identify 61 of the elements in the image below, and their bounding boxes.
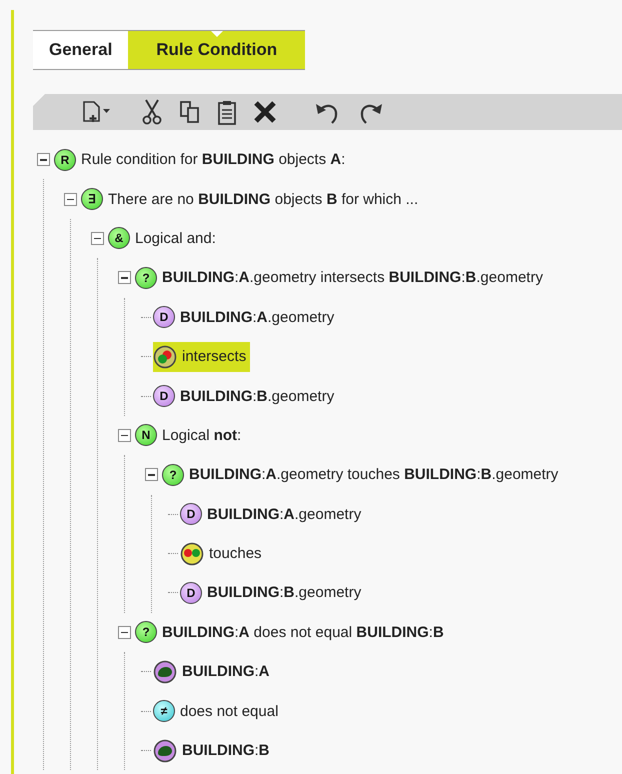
condition-badge: ? [135,266,157,289]
node-label: BUILDING:B.geometry [180,388,334,405]
tree-item[interactable]: ? BUILDING:A.geometry intersects BUILDING:B.geometry [135,264,547,292]
node-label: intersects [182,348,246,366]
tree-item[interactable]: BUILDING:B [153,736,274,766]
node-label: Rule condition for BUILDING objects A: [81,151,346,168]
node-label: Logical not: [162,426,242,444]
node-label: BUILDING:B.geometry [207,584,362,602]
overlapping-circles-icon [153,344,177,369]
node-label: BUILDING:A.geometry touches BUILDING:B.geometry [189,466,558,484]
blob-shape-icon [153,738,177,763]
node-label: does not equal [180,702,278,720]
tree-item[interactable]: N Logical not: [135,421,246,450]
data-badge: D [180,582,202,604]
tree-item[interactable]: R Rule condition for BUILDING objects A: [54,146,350,174]
tree-item[interactable]: ? BUILDING:A does not equal BUILDING:B [135,618,448,646]
collapse-toggle[interactable] [118,626,131,639]
node-label: Logical and: [135,230,216,247]
node-label: BUILDING:B [182,742,270,760]
tree-item[interactable]: ? BUILDING:A.geometry touches BUILDING:B.geometry [162,460,562,489]
tab[interactable]: Rule Condition [128,31,305,69]
scissors-icon[interactable] [141,99,163,125]
node-label: BUILDING:A.geometry [207,506,362,523]
data-badge: D [153,385,175,408]
node-label: BUILDING:A [182,663,270,680]
tree-item[interactable]: & Logical and: [108,224,220,252]
collapse-toggle[interactable] [118,271,131,284]
condition-badge: R [54,148,76,171]
blob-shape-icon [153,660,177,684]
node-label: BUILDING:A.geometry [180,308,334,326]
data-badge: D [180,503,202,526]
condition-badge: ∃ [81,188,103,210]
delete-icon[interactable] [253,100,277,124]
condition-badge: ? [135,621,157,644]
new-document-icon[interactable] [81,100,111,124]
tree-item[interactable]: D BUILDING:A.geometry [153,303,338,332]
collapse-toggle[interactable] [37,153,50,166]
collapse-toggle[interactable] [91,232,104,245]
condition-badge: ? [162,464,184,486]
collapse-toggle[interactable] [64,192,77,206]
condition-badge: N [135,424,157,446]
tree-item[interactable]: D BUILDING:B.geometry [153,382,338,410]
operator-badge: ≠ [153,700,175,722]
tree-item[interactable]: ∃ There are no BUILDING objects B for which ... [81,185,422,214]
copy-icon[interactable] [179,100,201,124]
node-label: There are no BUILDING objects B for which ... [108,190,418,208]
node-label: BUILDING:A does not equal BUILDING:B [162,624,444,641]
tree-item[interactable]: ≠ does not equal [153,697,282,726]
adjacent-circles-icon [180,542,204,566]
tree-item[interactable]: touches [180,538,266,569]
collapse-toggle[interactable] [145,468,158,482]
node-label: touches [209,545,262,562]
tree-item[interactable]: BUILDING:A [153,656,274,687]
node-label: BUILDING:A.geometry intersects BUILDING:B.geometry [162,269,543,286]
condition-badge: & [108,227,130,250]
tree-item[interactable]: D BUILDING:A.geometry [180,500,366,528]
tree-item[interactable]: D BUILDING:B.geometry [180,578,366,607]
data-badge: D [153,306,175,328]
collapse-toggle[interactable] [118,428,131,442]
clipboard-icon[interactable] [217,99,237,125]
tree-item[interactable]: intersects [153,342,250,372]
